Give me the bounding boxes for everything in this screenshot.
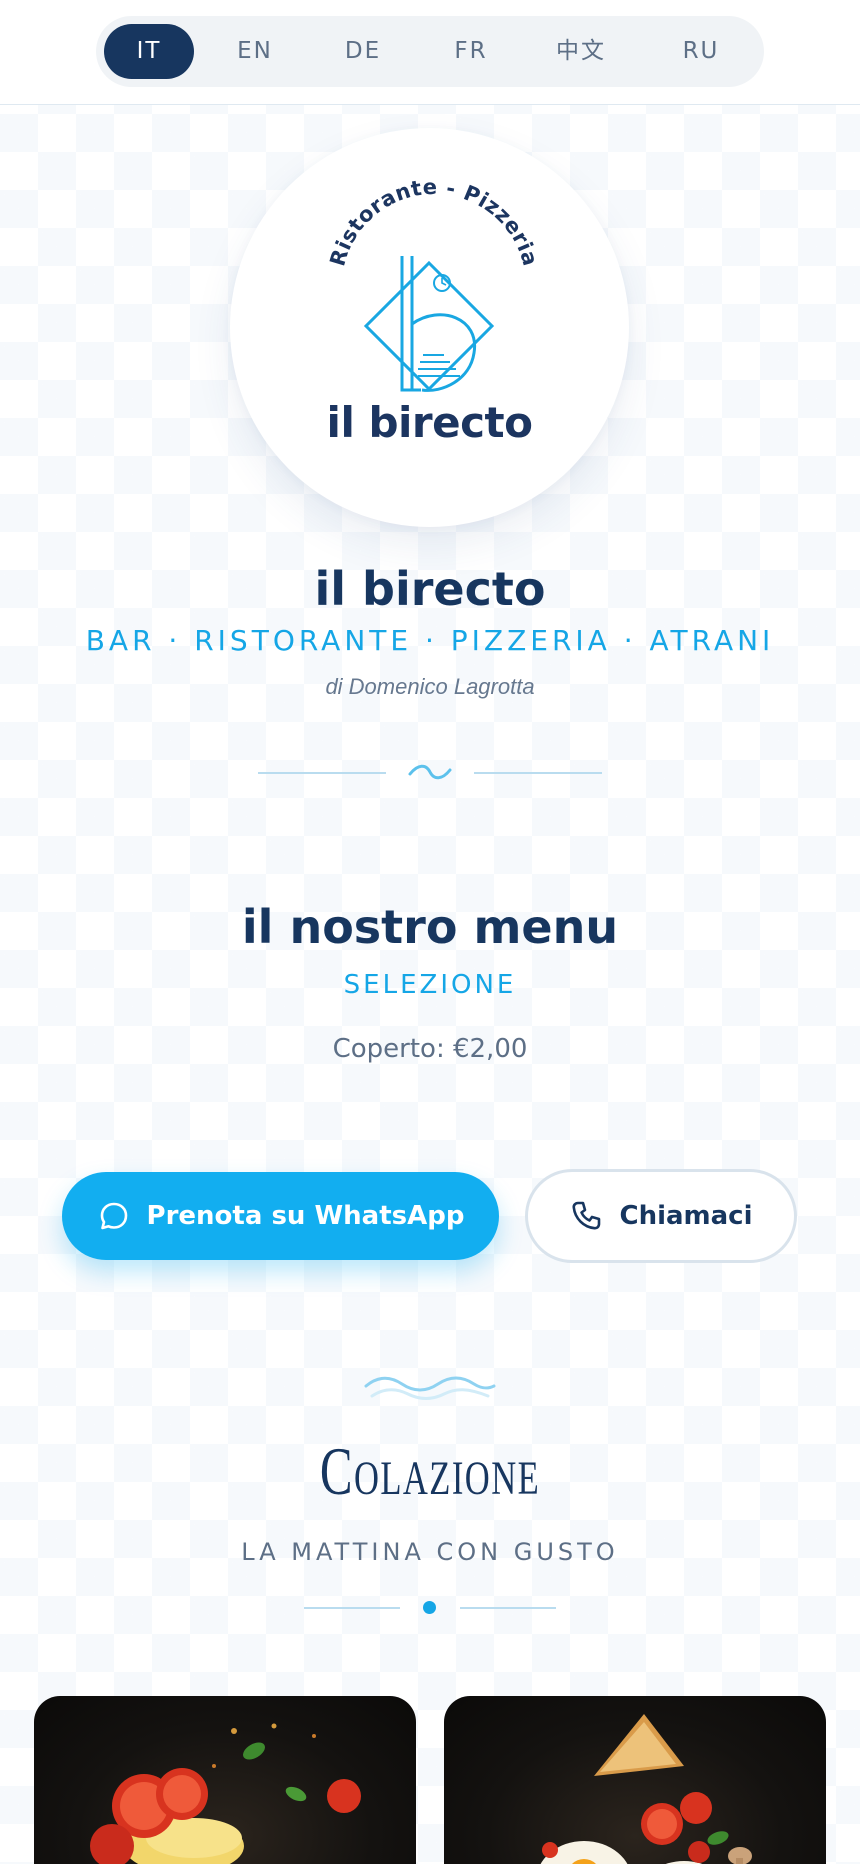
wave-icon — [408, 764, 452, 780]
double-wave-icon — [364, 1376, 496, 1400]
menu-subtitle: SELEZIONE — [343, 970, 517, 1000]
lang-ru-button[interactable]: RU — [656, 24, 746, 79]
menu-title: il nostro menu — [241, 900, 619, 954]
menu-item-card[interactable] — [34, 1696, 416, 1864]
lang-it-button[interactable]: IT — [104, 24, 194, 79]
whatsapp-button-label: Prenota su WhatsApp — [146, 1201, 465, 1231]
whatsapp-booking-button[interactable]: Prenota su WhatsApp — [62, 1172, 499, 1260]
section-title: Colazione — [319, 1433, 541, 1509]
divider-line-right — [474, 772, 602, 774]
owner-credit: di Domenico Lagrotta — [325, 674, 535, 699]
chat-bubble-icon — [100, 1202, 127, 1230]
call-button-label: Chiamaci — [619, 1201, 753, 1231]
phone-icon — [572, 1201, 601, 1230]
language-bar: IT EN DE FR 中文 RU — [0, 0, 860, 105]
logo-arc-text: Ristorante - Pizzeria — [325, 175, 542, 269]
lang-en-button[interactable]: EN — [210, 24, 300, 79]
lang-zh-button[interactable]: 中文 — [536, 24, 626, 79]
section-divider-dot — [423, 1601, 436, 1614]
logo-emblem-icon: Ristorante - Pizzeria — [325, 175, 542, 392]
section-divider-left — [304, 1607, 400, 1609]
restaurant-logo: Ristorante - Pizzeria il birecto — [230, 128, 629, 527]
restaurant-name: il birecto — [314, 562, 546, 616]
section-divider-right — [460, 1607, 556, 1609]
divider-line-left — [258, 772, 386, 774]
restaurant-tagline: BAR · RISTORANTE · PIZZERIA · ATRANI — [85, 624, 775, 657]
language-switcher: IT EN DE FR 中文 RU — [96, 16, 764, 87]
call-button[interactable]: Chiamaci — [525, 1169, 797, 1263]
fried-eggs-image — [540, 1714, 752, 1864]
section-subtitle: LA MATTINA CON GUSTO — [241, 1538, 619, 1566]
cover-charge: Coperto: €2,00 — [332, 1034, 528, 1064]
menu-item-card[interactable] — [444, 1696, 826, 1864]
lang-de-button[interactable]: DE — [318, 24, 408, 79]
logo-wordmark: il birecto — [326, 398, 533, 447]
omelette-image — [90, 1723, 361, 1864]
lang-fr-button[interactable]: FR — [426, 24, 516, 79]
